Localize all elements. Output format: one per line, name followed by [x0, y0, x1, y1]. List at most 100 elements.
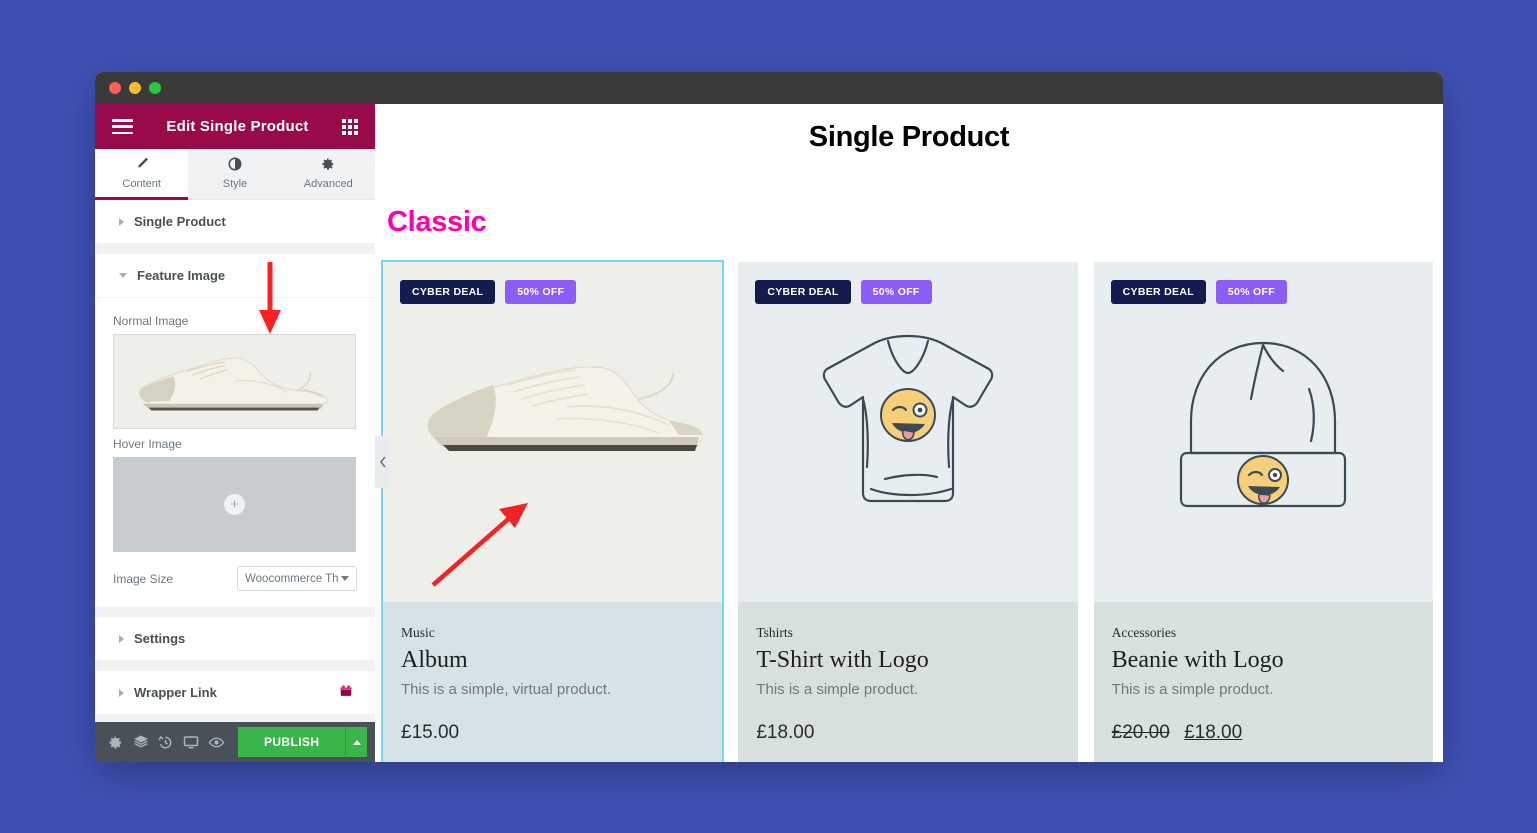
- product-badges: CYBER DEAL 50% OFF: [400, 280, 577, 304]
- section-feature-image-label: Feature Image: [137, 268, 226, 283]
- elementor-panel: Edit Single Product Content Style Advanc…: [95, 104, 375, 762]
- product-image-wrapper[interactable]: CYBER DEAL 50% OFF: [383, 262, 723, 602]
- window-body: Edit Single Product Content Style Advanc…: [95, 104, 1443, 762]
- preview-eye-icon[interactable]: [204, 722, 229, 762]
- badge-cyber-deal: CYBER DEAL: [1110, 280, 1206, 304]
- page-title: Single Product: [808, 121, 1010, 153]
- product-badges: CYBER DEAL 50% OFF: [755, 280, 932, 304]
- product-price-value: £18.00: [756, 722, 815, 743]
- product-price-value: £15.00: [401, 722, 460, 743]
- section-single-product-label: Single Product: [134, 214, 226, 229]
- chevron-right-icon: [119, 634, 124, 643]
- product-badges: CYBER DEAL 50% OFF: [1110, 280, 1287, 304]
- product-name: T-Shirt with Logo: [756, 647, 929, 673]
- product-card[interactable]: CYBER DEAL 50% OFF: [380, 260, 725, 762]
- product-info: Tshirts T-Shirt with Logo This is a simp…: [738, 602, 1078, 762]
- tab-content-label: Content: [122, 178, 161, 190]
- minimize-window-button[interactable]: [129, 82, 141, 94]
- gear-icon[interactable]: [103, 722, 128, 762]
- white-sneaker-photo: [426, 365, 703, 451]
- product-description: This is a simple, virtual product.: [401, 681, 612, 698]
- badge-discount: 50% OFF: [860, 280, 932, 304]
- product-name: Beanie with Logo: [1111, 647, 1284, 673]
- close-window-button[interactable]: [109, 82, 121, 94]
- panel-divider: [95, 244, 375, 254]
- blue-beanie-illustration: [1180, 341, 1347, 507]
- chevron-right-icon: [119, 217, 124, 226]
- pencil-icon: [95, 157, 188, 174]
- product-card[interactable]: CYBER DEAL 50% OFF: [738, 262, 1078, 762]
- image-size-select[interactable]: Woocommerce Th: [237, 566, 357, 591]
- plus-icon: +: [224, 494, 245, 515]
- product-grid: CYBER DEAL 50% OFF Music Album This is a…: [375, 239, 1443, 762]
- section-single-product[interactable]: Single Product: [95, 200, 375, 244]
- pro-badge-icon: [339, 684, 353, 701]
- image-size-row: Image Size Woocommerce Th: [113, 566, 357, 591]
- tab-advanced-label: Advanced: [303, 178, 353, 190]
- hover-image-label: Hover Image: [113, 437, 182, 451]
- image-size-value: Woocommerce Th: [245, 572, 339, 585]
- editor-canvas: Single Product Classic CYBER DEAL 50% OF…: [375, 104, 1443, 762]
- section-wrapper-link[interactable]: Wrapper Link: [95, 671, 375, 715]
- tab-style[interactable]: Style: [188, 149, 282, 199]
- product-description: This is a simple product.: [756, 681, 919, 698]
- feature-image-controls: Normal Image Hover Image + Image Size Wo…: [95, 298, 375, 607]
- product-info: Accessories Beanie with Logo This is a s…: [1093, 602, 1433, 762]
- panel-tabs: Content Style Advanced: [95, 149, 375, 200]
- product-price: £15.00: [401, 722, 704, 744]
- contrast-icon: [188, 157, 281, 174]
- panel-title: Edit Single Product: [166, 118, 309, 135]
- product-category: Tshirts: [756, 625, 793, 640]
- product-card[interactable]: CYBER DEAL 50% OFF: [1093, 262, 1433, 762]
- panel-divider: [95, 661, 375, 671]
- product-category: Accessories: [1111, 625, 1177, 640]
- chevron-down-icon: [341, 576, 349, 581]
- normal-image-thumbnail[interactable]: [113, 334, 356, 429]
- chevron-right-icon: [119, 688, 124, 697]
- responsive-icon[interactable]: [179, 722, 204, 762]
- product-image-wrapper[interactable]: CYBER DEAL 50% OFF: [1093, 262, 1433, 602]
- desktop-background: Edit Single Product Content Style Advanc…: [0, 0, 1537, 833]
- grid-icon[interactable]: [341, 118, 358, 135]
- section-wrapper-link-label: Wrapper Link: [134, 685, 217, 700]
- badge-cyber-deal: CYBER DEAL: [755, 280, 851, 304]
- chevron-down-icon: [119, 273, 127, 278]
- gear-icon: [282, 157, 375, 174]
- product-description: This is a simple product.: [1111, 681, 1274, 698]
- tab-content[interactable]: Content: [95, 149, 189, 200]
- normal-image-label: Normal Image: [113, 314, 189, 328]
- product-price: £20.00 £18.00: [1112, 722, 1415, 744]
- badge-cyber-deal: CYBER DEAL: [400, 280, 496, 304]
- publish-options-button[interactable]: [345, 727, 368, 757]
- hover-image-upload[interactable]: +: [113, 457, 356, 552]
- badge-discount: 50% OFF: [1215, 280, 1287, 304]
- badge-discount: 50% OFF: [505, 280, 577, 304]
- maximize-window-button[interactable]: [149, 82, 161, 94]
- publish-button[interactable]: PUBLISH: [237, 727, 346, 757]
- panel-footer-toolbar: PUBLISH: [95, 722, 375, 762]
- panel-divider: [95, 607, 375, 617]
- panel-header: Edit Single Product: [95, 104, 375, 149]
- window-titlebar: [95, 72, 1443, 104]
- tab-style-label: Style: [222, 178, 248, 190]
- tab-advanced[interactable]: Advanced: [281, 149, 375, 199]
- mint-tshirt-illustration: [822, 334, 994, 503]
- panel-controls-scroll[interactable]: Single Product Feature Image Normal Imag…: [95, 200, 375, 762]
- chevron-up-icon: [352, 739, 361, 745]
- product-image-wrapper[interactable]: CYBER DEAL 50% OFF: [738, 262, 1078, 602]
- product-price-original: £20.00: [1111, 722, 1170, 743]
- hamburger-icon[interactable]: [112, 119, 133, 134]
- product-name: Album: [401, 647, 468, 673]
- section-heading-classic: Classic: [387, 206, 487, 238]
- history-icon[interactable]: [153, 722, 178, 762]
- image-size-label: Image Size: [113, 571, 174, 586]
- section-settings[interactable]: Settings: [95, 617, 375, 661]
- section-feature-image[interactable]: Feature Image: [95, 254, 375, 298]
- section-settings-label: Settings: [134, 631, 186, 646]
- layers-icon[interactable]: [128, 722, 153, 762]
- browser-window: Edit Single Product Content Style Advanc…: [95, 72, 1443, 762]
- chevron-left-icon: [379, 456, 386, 468]
- product-info: Music Album This is a simple, virtual pr…: [383, 602, 723, 762]
- panel-collapse-handle[interactable]: [375, 436, 390, 488]
- product-price-sale: £18.00: [1184, 722, 1243, 743]
